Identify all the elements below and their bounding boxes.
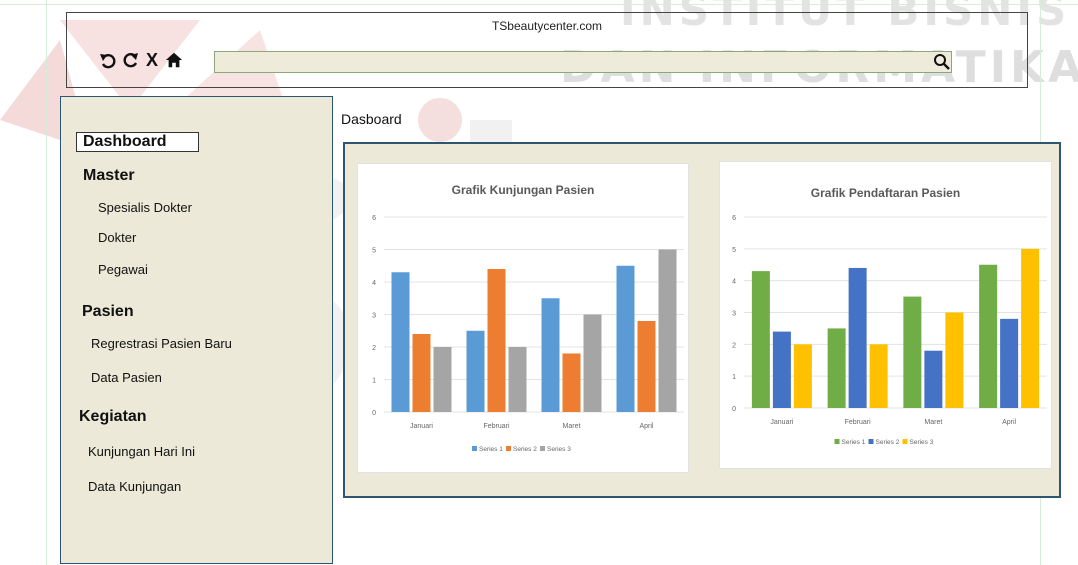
bar <box>508 347 527 412</box>
y-tick-label: 1 <box>372 378 376 385</box>
bar <box>391 272 410 412</box>
legend-label: Series 3 <box>547 446 571 453</box>
bar <box>751 271 770 408</box>
sidebar-section-pasien: Pasien <box>82 303 134 320</box>
bar <box>466 330 485 412</box>
sidebar-item-pegawai[interactable]: Pegawai <box>98 262 148 277</box>
legend-label: Series 2 <box>513 446 537 453</box>
guide-line <box>0 4 1078 5</box>
chart-pendaftaran: Grafik Pendaftaran Pasien 0 1 2 3 4 5 6 Januari F… <box>732 186 1047 446</box>
legend-swatch <box>902 439 908 444</box>
legend-swatch <box>834 439 840 444</box>
legend-swatch <box>506 446 511 451</box>
legend-swatch <box>540 446 545 451</box>
sidebar-item-spesialis-dokter[interactable]: Spesialis Dokter <box>98 200 192 215</box>
bar <box>772 331 791 408</box>
dashboard-panel: Grafik Kunjungan Pasien 0 1 2 3 4 5 6 Januari Feb… <box>343 142 1061 498</box>
y-tick-label: 2 <box>372 345 376 352</box>
y-tick-label: 4 <box>372 280 376 287</box>
sidebar-item-kunjungan-hari-ini[interactable]: Kunjungan Hari Ini <box>88 444 195 459</box>
x-tick-label: Februari <box>483 423 510 430</box>
x-tick-label: April <box>1002 419 1016 426</box>
bar <box>1000 318 1019 408</box>
bar <box>903 296 922 408</box>
sidebar-item-dashboard[interactable]: Dashboard <box>76 132 199 152</box>
sidebar-item-data-pasien[interactable]: Data Pasien <box>91 370 162 385</box>
undo-icon[interactable] <box>99 49 117 71</box>
bar <box>869 344 888 408</box>
x-tick-label: Januari <box>410 423 433 430</box>
nav-toolbar: X <box>99 49 183 71</box>
bar <box>827 328 846 408</box>
bar <box>487 269 506 412</box>
chart-kunjungan-card: Grafik Kunjungan Pasien 0 1 2 3 4 5 6 Januari Feb… <box>357 163 689 473</box>
legend-swatch <box>868 439 874 444</box>
bar <box>979 264 998 408</box>
bar <box>412 334 431 412</box>
bar <box>583 314 602 412</box>
y-tick-label: 3 <box>372 313 376 320</box>
bar <box>848 267 867 408</box>
sidebar-section-master: Master <box>83 167 135 184</box>
x-tick-label: Maret <box>924 419 942 426</box>
bar <box>945 312 964 408</box>
chart-title: Grafik Kunjungan Pasien <box>452 183 595 197</box>
legend-swatch <box>472 446 477 451</box>
y-tick-label: 5 <box>732 247 736 254</box>
search-icon[interactable] <box>931 51 953 73</box>
legend-label: Series 3 <box>910 439 934 446</box>
y-tick-label: 0 <box>732 406 736 413</box>
bar <box>658 249 677 412</box>
bar <box>616 265 635 412</box>
site-title: TSbeautycenter.com <box>491 19 603 33</box>
stop-button[interactable]: X <box>143 49 161 71</box>
chart-title: Grafik Pendaftaran Pasien <box>811 186 960 200</box>
y-tick-label: 3 <box>732 311 736 318</box>
x-tick-label: Maret <box>563 423 581 430</box>
bar <box>637 321 656 412</box>
bar <box>924 350 943 408</box>
x-tick-label: Januari <box>770 419 793 426</box>
x-tick-label: Februari <box>845 419 872 426</box>
browser-frame: TSbeautycenter.com X <box>66 12 1028 88</box>
home-icon[interactable] <box>165 49 183 71</box>
sidebar-section-kegiatan: Kegiatan <box>79 408 147 425</box>
refresh-icon[interactable] <box>121 49 139 71</box>
bar <box>1021 248 1040 408</box>
y-tick-label: 1 <box>732 374 736 381</box>
url-input[interactable] <box>214 51 952 73</box>
y-tick-label: 6 <box>732 215 736 222</box>
bar <box>433 347 452 412</box>
y-tick-label: 5 <box>372 248 376 255</box>
legend-label: Series 1 <box>842 439 866 446</box>
bar <box>793 344 812 408</box>
chart-kunjungan: Grafik Kunjungan Pasien 0 1 2 3 4 5 6 Januari Feb… <box>372 183 684 453</box>
chart-pendaftaran-card: Grafik Pendaftaran Pasien 0 1 2 3 4 5 6 Januari F… <box>719 161 1052 469</box>
y-tick-label: 4 <box>732 279 736 286</box>
sidebar-item-data-kunjungan[interactable]: Data Kunjungan <box>88 479 181 494</box>
y-tick-label: 0 <box>372 410 376 417</box>
legend-label: Series 1 <box>479 446 503 453</box>
sidebar: Dashboard Master Spesialis Dokter Dokter… <box>60 96 333 564</box>
legend-label: Series 2 <box>876 439 900 446</box>
bar <box>562 353 581 412</box>
bar <box>541 298 560 412</box>
x-tick-label: April <box>639 423 653 430</box>
guide-line <box>46 0 47 565</box>
sidebar-item-dokter[interactable]: Dokter <box>98 230 136 245</box>
y-tick-label: 2 <box>732 342 736 349</box>
sidebar-item-registrasi-pasien-baru[interactable]: Regrestrasi Pasien Baru <box>91 336 232 351</box>
page-title: Dasboard <box>341 111 402 127</box>
y-tick-label: 6 <box>372 215 376 222</box>
